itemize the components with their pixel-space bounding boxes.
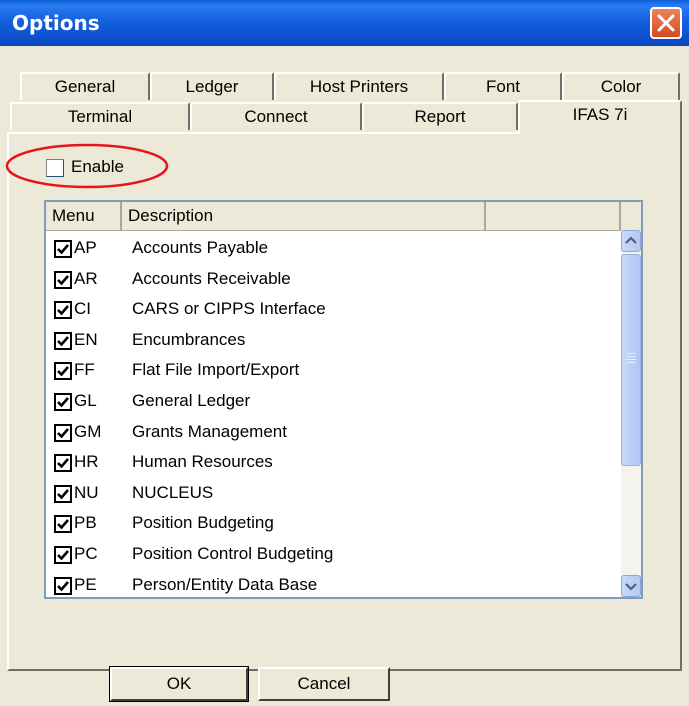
- list-item-description: Encumbrances: [132, 329, 246, 349]
- list-item[interactable]: AR Accounts Receivable: [46, 266, 621, 297]
- list-item-checkbox[interactable]: [54, 484, 72, 503]
- title-bar[interactable]: Options: [0, 0, 689, 46]
- list-item-checkbox[interactable]: [54, 515, 72, 534]
- list-item[interactable]: EN Encumbrances: [46, 327, 621, 358]
- list-item-checkbox[interactable]: [54, 301, 72, 320]
- tab-ifas-7i[interactable]: IFAS 7i: [518, 100, 682, 134]
- list-item-checkbox[interactable]: [54, 546, 72, 564]
- list-item-checkbox[interactable]: [54, 393, 72, 411]
- list-item-code: AP: [74, 238, 97, 257]
- list-item[interactable]: AP Accounts Payable: [46, 235, 621, 266]
- list-item-checkbox[interactable]: [54, 362, 72, 381]
- column-header-empty[interactable]: [486, 202, 621, 230]
- list-item-code: EN: [74, 329, 98, 349]
- list-item[interactable]: GL General Ledger: [46, 388, 621, 419]
- list-item[interactable]: NU NUCLEUS: [46, 480, 621, 511]
- list-item-description: Position Control Budgeting: [132, 544, 334, 563]
- vertical-scrollbar[interactable]: [621, 230, 641, 597]
- list-item-code: GL: [74, 391, 97, 410]
- tab-color[interactable]: Color: [562, 72, 680, 100]
- list-item-code: PC: [74, 544, 98, 563]
- list-item-description: NUCLEUS: [132, 482, 214, 502]
- checkmark-icon: [57, 305, 69, 316]
- list-item-description: Person/Entity Data Base: [132, 574, 318, 594]
- list-item[interactable]: PC Position Control Budgeting: [46, 541, 621, 572]
- list-item-description: Accounts Payable: [132, 238, 269, 257]
- cancel-button[interactable]: Cancel: [258, 667, 390, 701]
- list-item-description: Human Resources: [132, 452, 273, 472]
- menu-list[interactable]: Menu Description AP Accounts Payable AR Acc…: [44, 200, 643, 599]
- column-header-description[interactable]: Description: [122, 202, 486, 230]
- checkmark-icon: [57, 580, 69, 592]
- tab-report[interactable]: Report: [362, 102, 518, 130]
- checkmark-icon: [57, 397, 69, 408]
- list-item-checkbox[interactable]: [54, 270, 72, 289]
- list-item-description: Grants Management: [132, 421, 287, 441]
- list-item[interactable]: CI CARS or CIPPS Interface: [46, 296, 621, 327]
- list-item[interactable]: GM Grants Management: [46, 419, 621, 450]
- tab-connect[interactable]: Connect: [190, 102, 362, 130]
- list-item[interactable]: PE Person/Entity Data Base: [46, 572, 621, 603]
- enable-checkbox[interactable]: [46, 159, 64, 177]
- checkmark-icon: [57, 274, 69, 286]
- tab-host-printers[interactable]: Host Printers: [274, 72, 444, 100]
- list-item-checkbox[interactable]: [54, 331, 72, 350]
- list-item[interactable]: FF Flat File Import/Export: [46, 357, 621, 388]
- list-item-description: General Ledger: [132, 391, 251, 410]
- tab-general[interactable]: General: [20, 72, 150, 100]
- list-header: Menu Description: [46, 202, 641, 231]
- list-item-code: AR: [74, 268, 98, 288]
- window-title: Options: [12, 11, 100, 35]
- close-x-icon: [657, 14, 675, 32]
- list-item-code: PB: [74, 513, 97, 533]
- tab-ledger[interactable]: Ledger: [150, 72, 274, 100]
- chevron-down-icon: [625, 583, 637, 591]
- list-item-checkbox[interactable]: [54, 240, 72, 258]
- list-item-code: NU: [74, 482, 99, 502]
- list-item-code: HR: [74, 452, 99, 472]
- tab-terminal[interactable]: Terminal: [10, 102, 190, 130]
- list-item[interactable]: PB Position Budgeting: [46, 510, 621, 541]
- list-item-description: Flat File Import/Export: [132, 360, 300, 380]
- list-item[interactable]: HR Human Resources: [46, 449, 621, 480]
- list-item-checkbox[interactable]: [54, 576, 72, 595]
- scroll-down-button[interactable]: [621, 575, 641, 597]
- ok-button[interactable]: OK: [109, 666, 249, 702]
- list-item-description: CARS or CIPPS Interface: [132, 299, 326, 319]
- list-item-description: Accounts Receivable: [132, 268, 291, 288]
- checkmark-icon: [57, 458, 69, 469]
- list-item-code: PE: [74, 574, 97, 594]
- list-item-code: CI: [74, 299, 91, 319]
- list-item-code: FF: [74, 360, 95, 380]
- checkmark-icon: [57, 519, 69, 530]
- enable-label: Enable: [71, 157, 124, 176]
- column-header-menu[interactable]: Menu: [46, 202, 122, 230]
- scroll-up-button[interactable]: [621, 230, 641, 252]
- scroll-thumb[interactable]: [621, 254, 641, 466]
- tab-font[interactable]: Font: [444, 72, 562, 100]
- list-item-code: GM: [74, 421, 102, 441]
- list-item-description: Position Budgeting: [132, 513, 274, 533]
- checkmark-icon: [57, 488, 69, 500]
- list-item-checkbox[interactable]: [54, 454, 72, 473]
- checkmark-icon: [57, 427, 69, 439]
- list-item-checkbox[interactable]: [54, 423, 72, 442]
- checkmark-icon: [57, 244, 69, 255]
- checkmark-icon: [57, 550, 69, 561]
- checkmark-icon: [57, 335, 69, 347]
- chevron-up-icon: [625, 236, 637, 244]
- checkmark-icon: [57, 366, 69, 377]
- close-button[interactable]: [650, 7, 682, 39]
